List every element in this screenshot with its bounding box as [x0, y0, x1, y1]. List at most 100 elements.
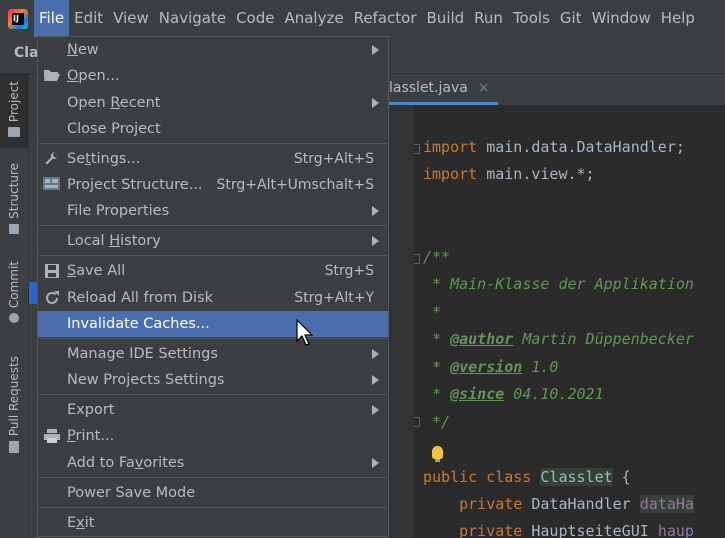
- menu-item-reload-all[interactable]: Reload All from Disk Strg+Alt+Y: [38, 285, 388, 311]
- menu-item-invalidate-caches[interactable]: Invalidate Caches...: [38, 311, 388, 337]
- breadcrumb[interactable]: Cla: [14, 45, 39, 61]
- menu-item-manage-ide-settings[interactable]: Manage IDE Settings: [38, 341, 388, 367]
- menu-item-label: Reload All from Disk: [67, 290, 214, 306]
- code-field: haup: [657, 522, 694, 538]
- menu-item-label: Power Save Mode: [67, 485, 196, 501]
- menu-item-local-history[interactable]: Local History: [38, 228, 388, 254]
- submenu-arrow-icon: [372, 98, 379, 108]
- menu-item-project-structure[interactable]: Project Structure... Strg+Alt+Umschalt+S: [38, 172, 388, 198]
- code-line: private DataHandler dataHa: [423, 495, 694, 513]
- submenu-arrow-icon: [372, 375, 379, 385]
- menu-run[interactable]: Run: [469, 0, 508, 37]
- folder-open-icon: [43, 68, 61, 84]
- tab-project[interactable]: Project: [0, 73, 28, 148]
- fold-marker-icon[interactable]: [414, 254, 420, 264]
- menu-item-shortcut: Strg+S: [324, 263, 374, 279]
- doc-text: 04.10.2021: [504, 385, 604, 403]
- wrench-icon: [43, 151, 61, 167]
- tab-commit[interactable]: Commit: [0, 261, 28, 333]
- tab-pull-requests[interactable]: Pull Requests: [0, 356, 28, 466]
- doc-text: Martin Düppenbecker: [513, 330, 694, 348]
- menu-help[interactable]: Help: [656, 0, 700, 37]
- menu-item-label: Exit: [67, 515, 95, 531]
- code-editor[interactable]: import main.data.DataHandler; import mai…: [414, 106, 725, 538]
- menu-analyze[interactable]: Analyze: [279, 0, 348, 37]
- submenu-arrow-icon: [372, 45, 379, 55]
- menu-item-label: New: [67, 42, 99, 58]
- tab-commit-label: Commit: [7, 261, 21, 309]
- menu-code[interactable]: Code: [231, 0, 279, 37]
- fold-marker-icon[interactable]: [414, 144, 420, 154]
- menu-item-shortcut: Strg+Alt+Umschalt+S: [216, 177, 374, 193]
- menu-item-open[interactable]: Open...: [38, 63, 388, 89]
- code-line: private HauptseiteGUI haup: [423, 522, 694, 538]
- menu-separator: [39, 394, 387, 395]
- menu-item-settings[interactable]: Settings... Strg+Alt+S: [38, 146, 388, 172]
- code-text: main.data.DataHandler;: [477, 138, 685, 156]
- code-line: * @version 1.0: [423, 358, 559, 376]
- code-line: /**: [423, 248, 451, 266]
- menu-item-print[interactable]: Print...: [38, 423, 388, 449]
- menu-item-label: Local History: [67, 233, 161, 249]
- menu-view[interactable]: View: [108, 0, 154, 37]
- editor-tab-label: lasslet.java: [389, 80, 468, 96]
- close-icon[interactable]: ×: [478, 80, 490, 96]
- menu-item-label: Export: [67, 402, 115, 418]
- menu-file[interactable]: File: [34, 0, 70, 37]
- menu-edit[interactable]: Edit: [69, 0, 108, 37]
- menu-separator: [39, 225, 387, 226]
- menu-item-label: Save All: [67, 263, 126, 279]
- submenu-arrow-icon: [372, 405, 379, 415]
- code-text: main.view.*;: [477, 165, 595, 183]
- menu-item-export[interactable]: Export: [38, 397, 388, 423]
- fold-marker-icon[interactable]: [414, 417, 420, 427]
- code-type: DataHandler: [522, 495, 640, 513]
- tab-project-label: Project: [7, 81, 21, 123]
- submenu-arrow-icon: [372, 349, 379, 359]
- menu-item-label: Add to Favorites: [67, 455, 185, 471]
- menu-item-open-recent[interactable]: Open Recent: [38, 90, 388, 116]
- save-icon: [43, 263, 61, 279]
- code-keyword: private: [459, 495, 523, 513]
- code-line: *: [423, 303, 442, 321]
- editor-gutter[interactable]: [389, 106, 414, 538]
- code-keyword: import: [423, 138, 478, 156]
- menu-item-close-project[interactable]: Close Project: [38, 116, 388, 142]
- menu-item-file-properties[interactable]: File Properties: [38, 198, 388, 224]
- class-name: Classlet: [540, 468, 613, 486]
- doc-tag: @since: [450, 385, 505, 403]
- menu-window[interactable]: Window: [587, 0, 656, 37]
- code-line: import main.view.*;: [423, 165, 595, 183]
- intellij-logo-icon[interactable]: IJ: [8, 8, 28, 29]
- menu-item-save-all[interactable]: Save All Strg+S: [38, 258, 388, 284]
- reload-icon: [43, 290, 61, 306]
- menu-item-power-save-mode[interactable]: Power Save Mode: [38, 480, 388, 506]
- tab-structure[interactable]: Structure: [0, 163, 28, 243]
- doc-tag: @author: [450, 330, 514, 348]
- menu-separator: [39, 255, 387, 256]
- menu-item-new-projects-settings[interactable]: New Projects Settings: [38, 367, 388, 393]
- menu-item-shortcut: Strg+Alt+Y: [294, 290, 374, 306]
- menu-item-label: New Projects Settings: [67, 372, 225, 388]
- menu-item-label: File Properties: [67, 203, 170, 219]
- menu-item-exit[interactable]: Exit: [38, 510, 388, 536]
- structure-icon: [9, 223, 19, 234]
- menu-item-new[interactable]: New: [38, 37, 388, 63]
- code-field: dataHa: [639, 495, 694, 513]
- submenu-arrow-icon: [372, 458, 379, 468]
- doc-tag: @version: [450, 358, 523, 376]
- menu-refactor[interactable]: Refactor: [349, 0, 422, 37]
- menu-item-shortcut: Strg+Alt+S: [293, 151, 374, 167]
- menu-separator: [39, 507, 387, 508]
- editor-tab-classlet[interactable]: lasslet.java ×: [389, 74, 498, 105]
- menu-git[interactable]: Git: [555, 0, 587, 37]
- logo-text: IJ: [12, 12, 24, 25]
- pull-request-icon: [9, 441, 19, 454]
- menu-tools[interactable]: Tools: [508, 0, 555, 37]
- menu-item-add-to-favorites[interactable]: Add to Favorites: [38, 450, 388, 476]
- menu-build[interactable]: Build: [422, 0, 470, 37]
- code-keyword: private: [459, 522, 523, 538]
- menu-navigate[interactable]: Navigate: [154, 0, 231, 37]
- lightbulb-icon[interactable]: [432, 446, 443, 462]
- tool-window-strip: Project Structure Commit Pull Requests: [0, 73, 29, 538]
